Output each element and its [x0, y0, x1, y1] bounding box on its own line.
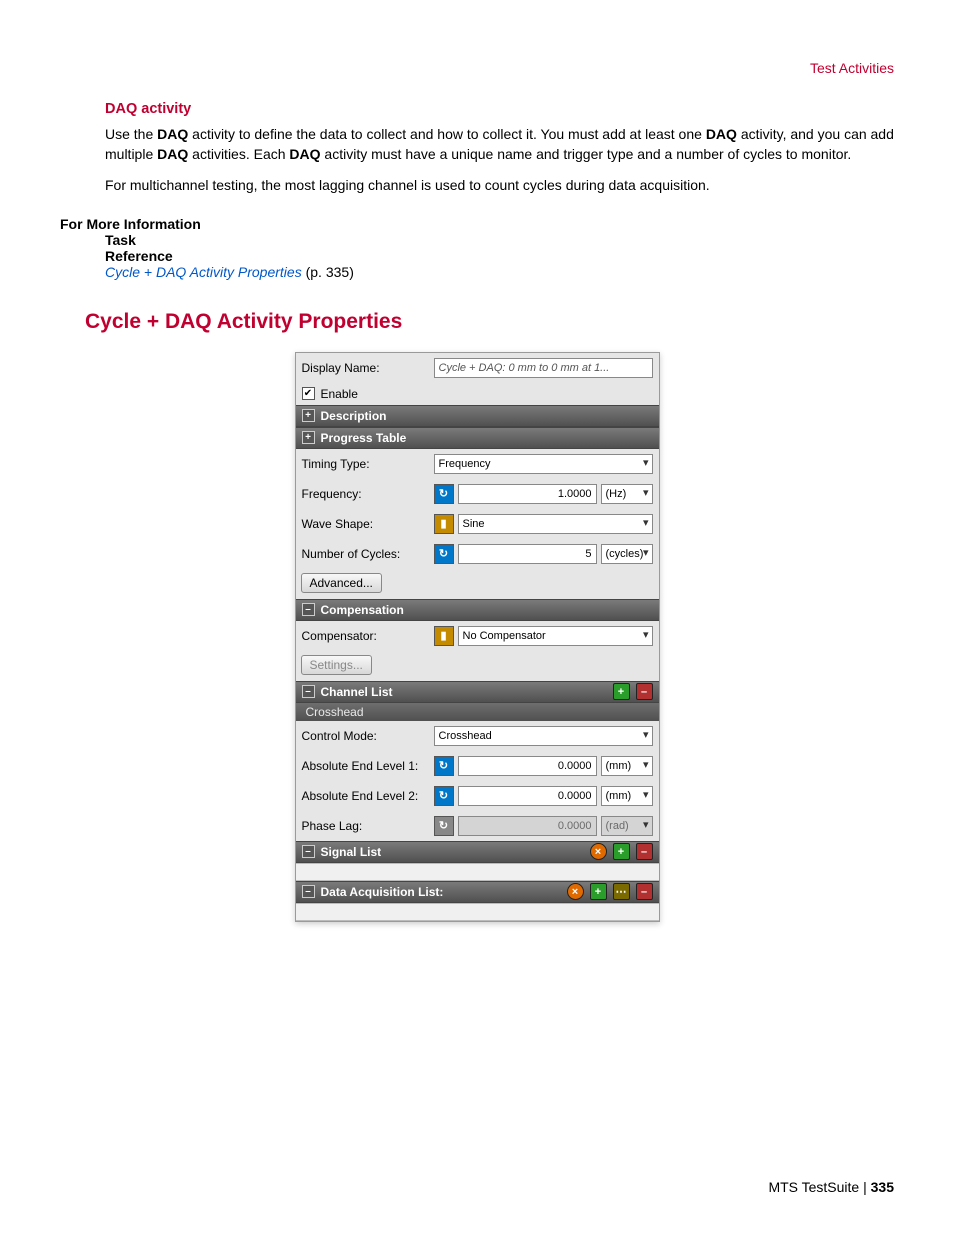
- abs-end1-label: Absolute End Level 1:: [302, 759, 430, 773]
- options-icon[interactable]: ⋯: [613, 883, 630, 900]
- more-info-link-line: Cycle + DAQ Activity Properties (p. 335): [105, 264, 894, 280]
- page-footer: MTS TestSuite | 335: [768, 1179, 894, 1195]
- text-bold: DAQ: [706, 126, 737, 142]
- more-info-heading: For More Information: [60, 216, 894, 232]
- close-icon[interactable]: ×: [567, 883, 584, 900]
- section-compensation[interactable]: – Compensation: [296, 599, 659, 621]
- display-name-label: Display Name:: [302, 361, 430, 375]
- collapse-icon: –: [302, 685, 315, 698]
- remove-button[interactable]: –: [636, 683, 653, 700]
- wave-shape-label: Wave Shape:: [302, 517, 430, 531]
- list-icon[interactable]: ▮: [434, 514, 454, 534]
- enable-checkbox[interactable]: ✔ Enable: [296, 383, 659, 405]
- section-description[interactable]: + Description: [296, 405, 659, 427]
- collapse-icon: –: [302, 845, 315, 858]
- phase-lag-label: Phase Lag:: [302, 819, 430, 833]
- variable-icon: ↻: [434, 816, 454, 836]
- timing-type-label: Timing Type:: [302, 457, 430, 471]
- section-progress-table[interactable]: + Progress Table: [296, 427, 659, 449]
- add-button[interactable]: +: [613, 843, 630, 860]
- section-signal-list[interactable]: – Signal List × + –: [296, 841, 659, 863]
- cycles-label: Number of Cycles:: [302, 547, 430, 561]
- variable-icon[interactable]: ↻: [434, 786, 454, 806]
- phase-lag-unit-select: (rad): [601, 816, 653, 836]
- footer-page: 335: [871, 1179, 894, 1195]
- compensator-label: Compensator:: [302, 629, 430, 643]
- advanced-button[interactable]: Advanced...: [301, 573, 382, 593]
- more-info-reference: Reference: [105, 248, 894, 264]
- text: activities. Each: [188, 146, 289, 162]
- frequency-label: Frequency:: [302, 487, 430, 501]
- bar-label: Channel List: [321, 685, 393, 699]
- text: (p. 335): [302, 264, 354, 280]
- variable-icon[interactable]: ↻: [434, 484, 454, 504]
- expand-icon: +: [302, 409, 315, 422]
- cycles-input[interactable]: 5: [458, 544, 597, 564]
- display-name-input[interactable]: Cycle + DAQ: 0 mm to 0 mm at 1...: [434, 358, 653, 378]
- expand-icon: +: [302, 431, 315, 444]
- control-mode-label: Control Mode:: [302, 729, 430, 743]
- variable-icon[interactable]: ↻: [434, 756, 454, 776]
- page-title: Cycle + DAQ Activity Properties: [85, 310, 894, 334]
- footer-product: MTS TestSuite |: [768, 1179, 870, 1195]
- section-channel-list[interactable]: – Channel List + –: [296, 681, 659, 703]
- properties-panel: Display Name: Cycle + DAQ: 0 mm to 0 mm …: [295, 352, 660, 922]
- text: activity must have a unique name and tri…: [321, 146, 852, 162]
- cycles-unit-select[interactable]: (cycles): [601, 544, 653, 564]
- timing-type-select[interactable]: Frequency: [434, 454, 653, 474]
- abs-end1-unit-select[interactable]: (mm): [601, 756, 653, 776]
- bar-label: Compensation: [321, 603, 404, 617]
- remove-button[interactable]: –: [636, 883, 653, 900]
- text: activity to define the data to collect a…: [188, 126, 706, 142]
- signal-list-empty: [296, 863, 659, 881]
- text-bold: DAQ: [157, 126, 188, 142]
- breadcrumb: Test Activities: [60, 60, 894, 76]
- more-info-link[interactable]: Cycle + DAQ Activity Properties: [105, 264, 302, 280]
- compensator-select[interactable]: No Compensator: [458, 626, 653, 646]
- collapse-icon: –: [302, 885, 315, 898]
- channel-list-item[interactable]: Crosshead: [296, 703, 659, 721]
- daq-list-empty: [296, 903, 659, 921]
- wave-shape-select[interactable]: Sine: [458, 514, 653, 534]
- check-icon: ✔: [302, 387, 315, 400]
- add-button[interactable]: +: [590, 883, 607, 900]
- text-bold: DAQ: [157, 146, 188, 162]
- abs-end2-input[interactable]: 0.0000: [458, 786, 597, 806]
- collapse-icon: –: [302, 603, 315, 616]
- frequency-unit-select[interactable]: (Hz): [601, 484, 653, 504]
- paragraph: For multichannel testing, the most laggi…: [105, 176, 894, 196]
- enable-label: Enable: [321, 387, 358, 401]
- text: Use the: [105, 126, 157, 142]
- abs-end1-input[interactable]: 0.0000: [458, 756, 597, 776]
- close-icon[interactable]: ×: [590, 843, 607, 860]
- control-mode-select[interactable]: Crosshead: [434, 726, 653, 746]
- bar-label: Progress Table: [321, 431, 407, 445]
- section-subtitle: DAQ activity: [105, 101, 894, 117]
- variable-icon[interactable]: ↻: [434, 544, 454, 564]
- bar-label: Description: [321, 409, 387, 423]
- list-icon[interactable]: ▮: [434, 626, 454, 646]
- text-bold: DAQ: [289, 146, 320, 162]
- paragraph: Use the DAQ activity to define the data …: [105, 125, 894, 164]
- add-button[interactable]: +: [613, 683, 630, 700]
- settings-button[interactable]: Settings...: [301, 655, 372, 675]
- more-info-task: Task: [105, 232, 894, 248]
- section-daq-list[interactable]: – Data Acquisition List: × + ⋯ –: [296, 881, 659, 903]
- frequency-input[interactable]: 1.0000: [458, 484, 597, 504]
- phase-lag-input: 0.0000: [458, 816, 597, 836]
- bar-label: Data Acquisition List:: [321, 885, 444, 899]
- abs-end2-label: Absolute End Level 2:: [302, 789, 430, 803]
- remove-button[interactable]: –: [636, 843, 653, 860]
- abs-end2-unit-select[interactable]: (mm): [601, 786, 653, 806]
- bar-label: Signal List: [321, 845, 382, 859]
